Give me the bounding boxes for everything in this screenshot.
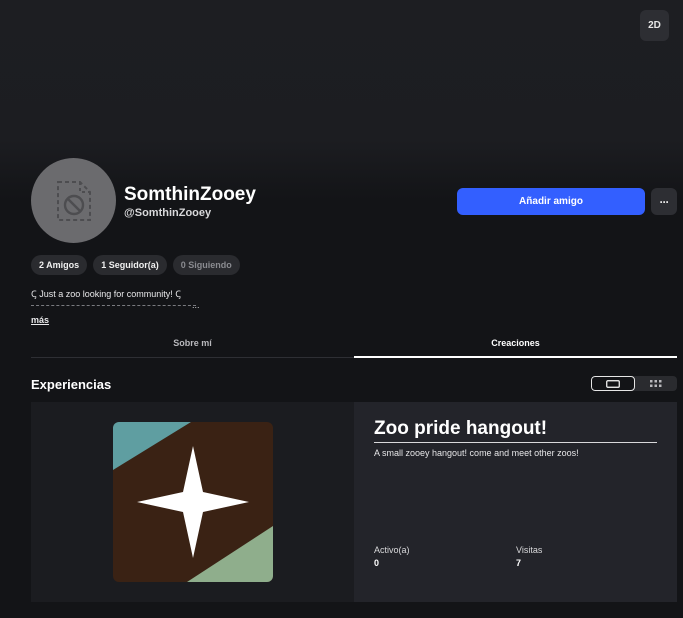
profile-tabs: Sobre mí Creaciones <box>31 328 677 358</box>
visits-label: Visitas <box>516 545 543 555</box>
more-dots-icon: ··· <box>659 194 670 209</box>
active-players-label: Activo(a) <box>374 545 410 555</box>
bio-more-link[interactable]: más <box>31 315 49 325</box>
card-view-icon <box>606 379 620 388</box>
followers-count-pill[interactable]: 1 Seguidor(a) <box>93 255 167 275</box>
experience-title[interactable]: Zoo pride hangout! <box>374 418 657 443</box>
tab-about[interactable]: Sobre mí <box>31 328 354 357</box>
experience-thumbnail[interactable] <box>112 422 273 582</box>
username: @SomthinZooey <box>124 207 212 219</box>
grid-view-button[interactable] <box>635 376 677 391</box>
social-stats: 2 Amigos 1 Seguidor(a) 0 Siguiendo <box>31 255 240 275</box>
view-toggle <box>591 376 677 391</box>
tab-creations[interactable]: Creaciones <box>354 328 677 358</box>
experience-description: A small zooey hangout! come and meet oth… <box>374 448 579 458</box>
active-players-value: 0 <box>374 558 380 568</box>
view-mode-2d-button[interactable]: 2D <box>640 10 669 41</box>
bio-ellipsis: ... <box>192 300 200 310</box>
profile-bio: Ꞔ Just a zoo looking for community! Ꞔ <box>31 289 181 299</box>
profile-page: 2D SomthinZooey @SomthinZooey Añadir ami… <box>0 0 683 618</box>
visits-value: 7 <box>516 558 522 568</box>
add-friend-button[interactable]: Añadir amigo <box>457 188 645 215</box>
broken-image-icon <box>56 180 91 221</box>
following-count-pill[interactable]: 0 Siguiendo <box>172 255 240 275</box>
experience-card[interactable]: Zoo pride hangout! A small zooey hangout… <box>31 402 677 602</box>
display-name: SomthinZooey <box>124 184 256 205</box>
bio-divider <box>31 305 196 306</box>
friends-count-pill[interactable]: 2 Amigos <box>31 255 88 275</box>
section-title-experiences: Experiencias <box>31 377 112 392</box>
grid-view-icon <box>650 380 662 387</box>
active-players-stat: Activo(a) 0 <box>374 545 410 568</box>
card-view-button[interactable] <box>591 376 635 391</box>
visits-stat: Visitas 7 <box>516 545 542 568</box>
experience-thumbnail-area <box>31 402 354 602</box>
experience-info: Zoo pride hangout! A small zooey hangout… <box>354 402 677 602</box>
avatar[interactable] <box>31 158 116 243</box>
more-options-button[interactable]: ··· <box>651 188 677 215</box>
